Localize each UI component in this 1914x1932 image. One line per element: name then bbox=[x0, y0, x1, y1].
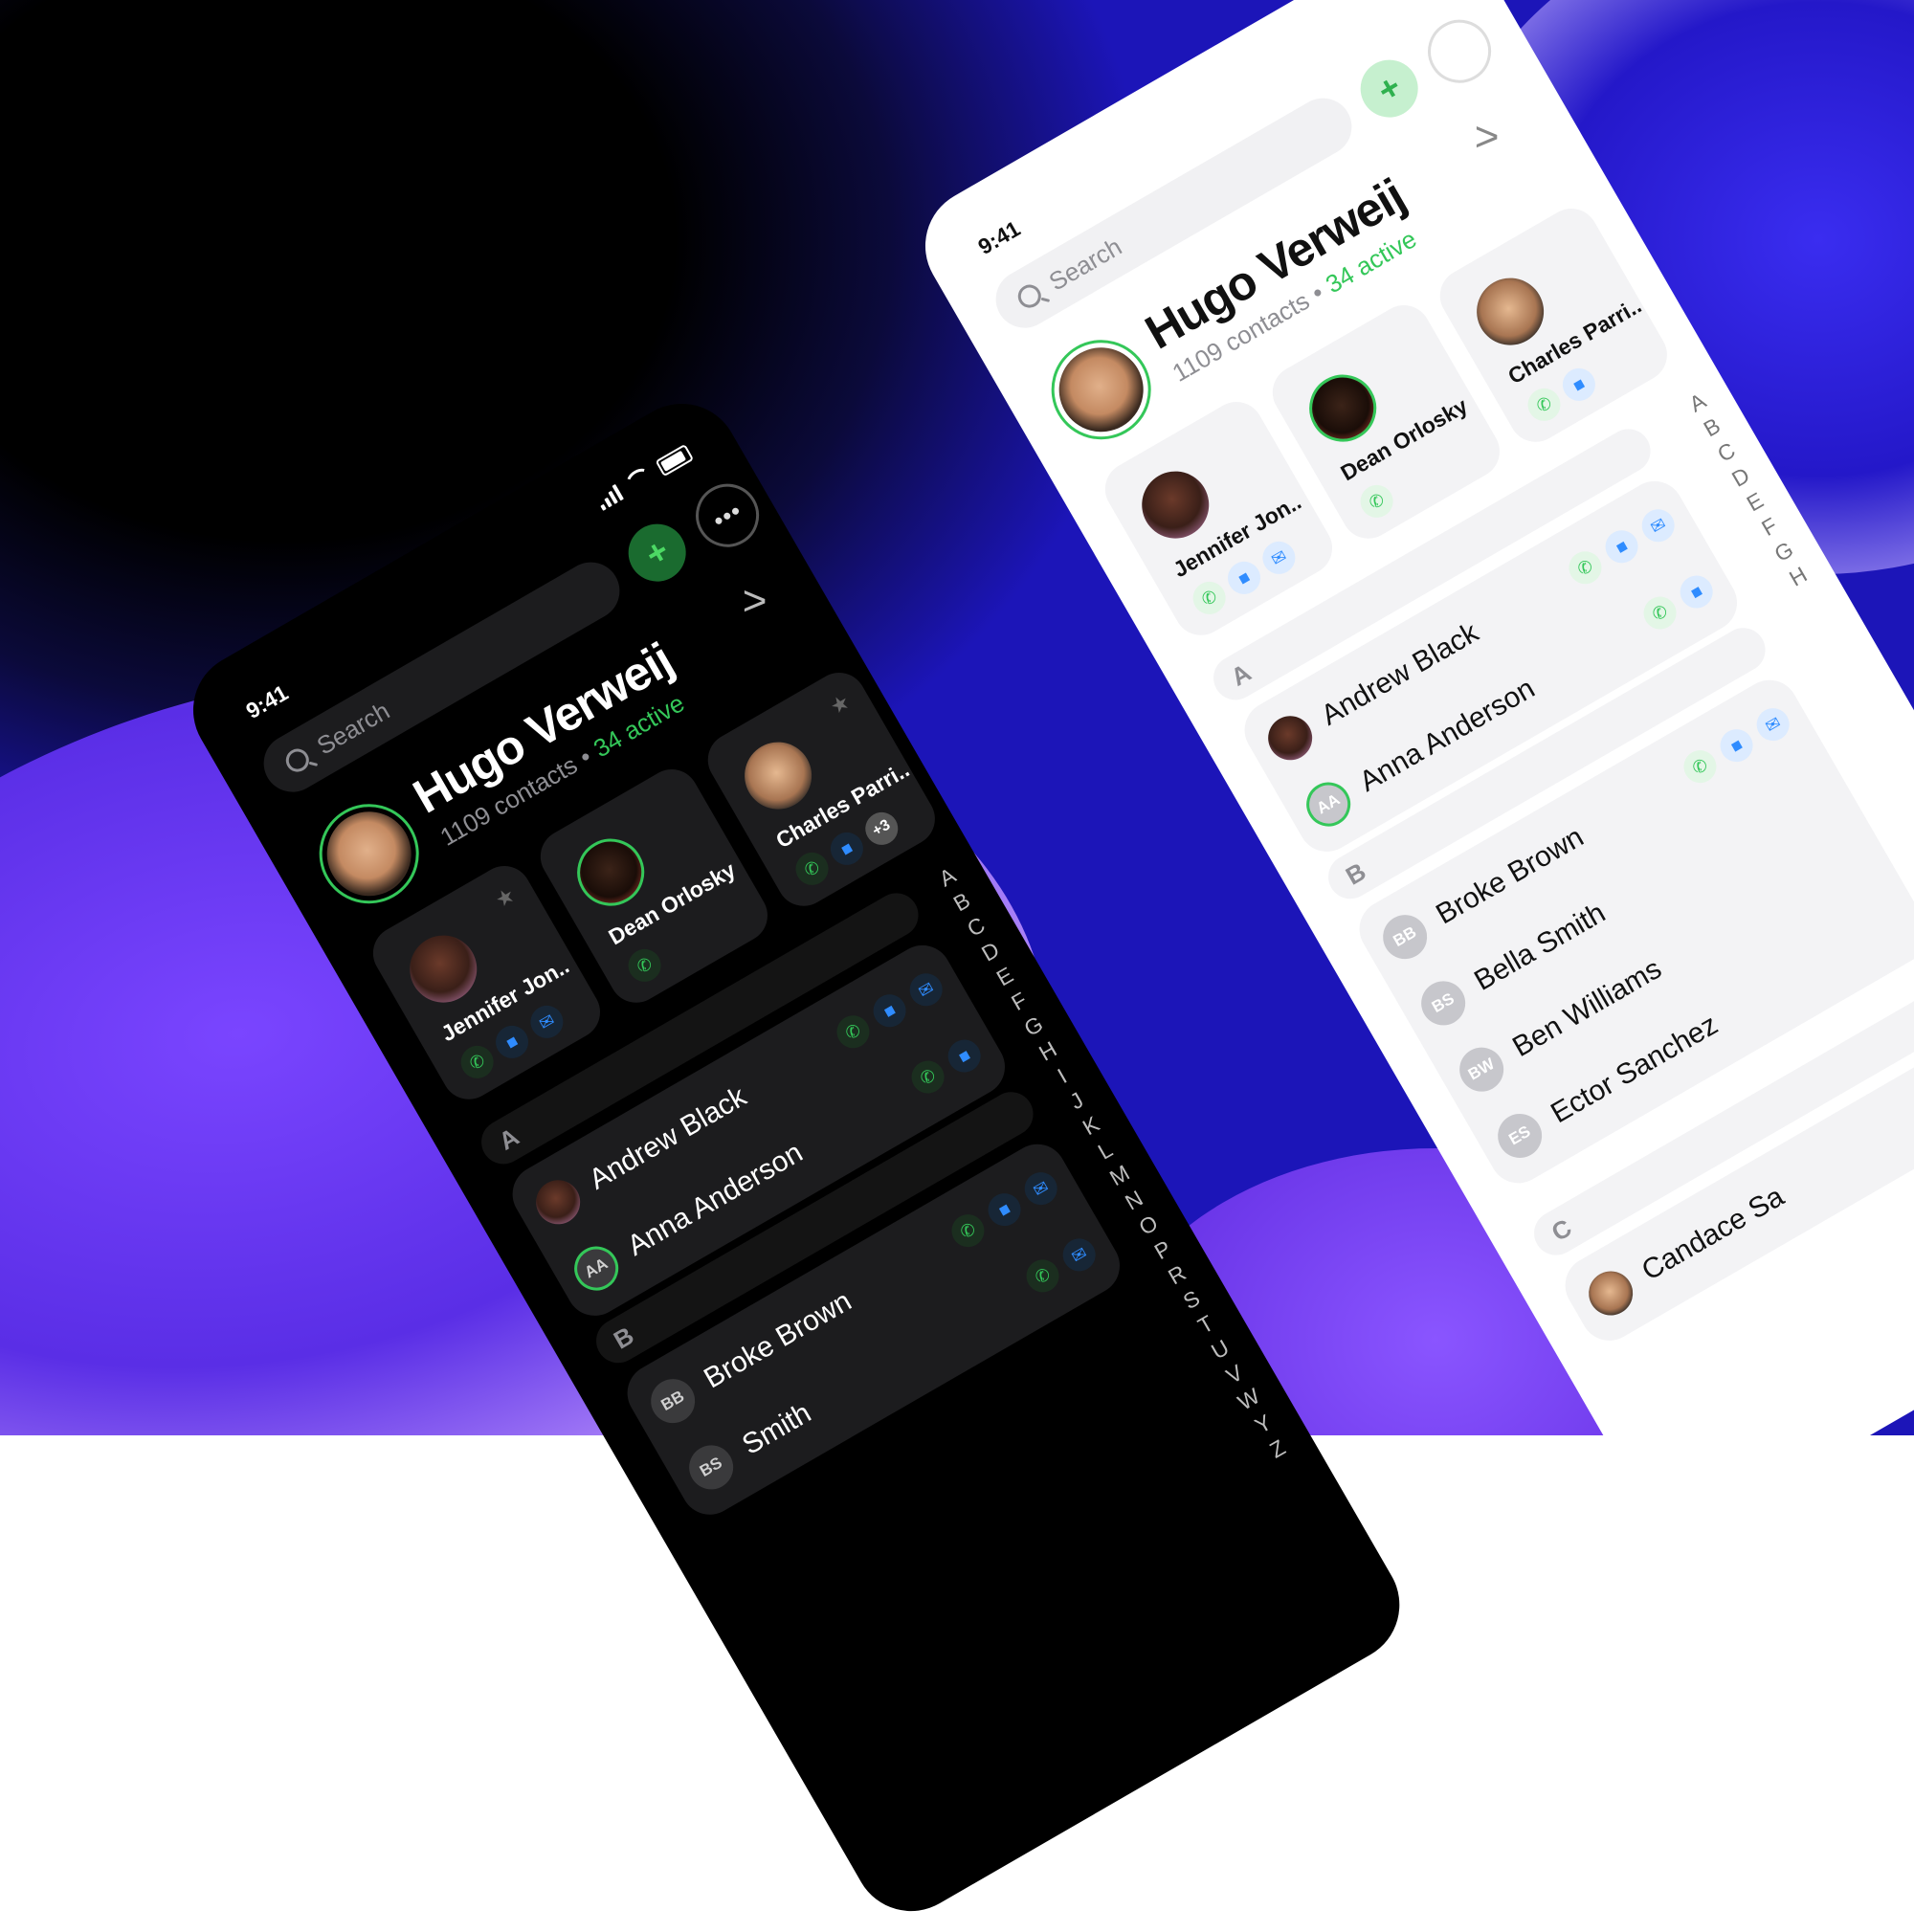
profile-photo bbox=[311, 796, 427, 912]
signal-icon bbox=[594, 483, 624, 511]
search-placeholder: Search bbox=[311, 695, 394, 761]
mail-icon[interactable]: ✉ bbox=[1018, 1166, 1063, 1211]
mail-icon[interactable]: ✉ bbox=[1257, 535, 1302, 581]
profile-photo bbox=[1043, 332, 1159, 448]
avatar-initials: BS bbox=[1413, 972, 1474, 1033]
avatar-initials: BS bbox=[680, 1436, 742, 1498]
avatar-initials: AA bbox=[1298, 774, 1359, 834]
video-icon[interactable]: ■ bbox=[824, 826, 870, 872]
video-icon[interactable]: ■ bbox=[1556, 362, 1602, 408]
video-icon[interactable]: ■ bbox=[867, 988, 912, 1033]
mail-icon[interactable]: ✉ bbox=[903, 967, 948, 1012]
mail-icon[interactable]: ✉ bbox=[524, 999, 569, 1045]
avatar bbox=[1580, 1263, 1641, 1323]
status-time: 9:41 bbox=[241, 679, 293, 724]
avatar-initials: BB bbox=[642, 1370, 703, 1432]
avatar-initials: BW bbox=[1451, 1039, 1512, 1100]
avatar-initials: AA bbox=[566, 1238, 627, 1299]
status-icons bbox=[593, 442, 694, 513]
avatar bbox=[1259, 707, 1321, 768]
phone-icon[interactable]: ✆ bbox=[455, 1039, 500, 1085]
add-contact-button[interactable]: + bbox=[617, 513, 697, 592]
more-options-button[interactable] bbox=[1415, 8, 1503, 95]
phone-icon[interactable]: ✆ bbox=[1354, 478, 1399, 524]
video-icon[interactable]: ■ bbox=[489, 1019, 535, 1065]
chevron-right-icon[interactable]: > bbox=[743, 577, 768, 625]
search-icon bbox=[281, 744, 314, 776]
star-icon[interactable]: ★ bbox=[826, 689, 855, 720]
video-icon[interactable]: ■ bbox=[1714, 722, 1759, 768]
phone-icon[interactable]: ✆ bbox=[790, 846, 835, 892]
profile-avatar[interactable] bbox=[300, 786, 437, 922]
phone-icon[interactable]: ✆ bbox=[1522, 382, 1567, 428]
video-icon[interactable]: ■ bbox=[1674, 569, 1719, 614]
profile-avatar[interactable] bbox=[1033, 322, 1169, 458]
chevron-right-icon[interactable]: > bbox=[1475, 113, 1500, 161]
phone-icon[interactable]: ✆ bbox=[1187, 575, 1232, 621]
avatar-initials: BB bbox=[1374, 906, 1436, 967]
search-placeholder: Search bbox=[1043, 231, 1126, 297]
more-options-button[interactable]: ••• bbox=[683, 472, 771, 559]
avatar bbox=[527, 1171, 589, 1232]
video-icon[interactable]: ■ bbox=[1221, 555, 1267, 601]
mail-icon[interactable]: ✉ bbox=[1750, 701, 1795, 747]
wifi-icon bbox=[622, 464, 657, 497]
video-icon[interactable]: ■ bbox=[982, 1187, 1027, 1232]
avatar-initials: ES bbox=[1489, 1105, 1550, 1166]
video-icon[interactable]: ■ bbox=[1599, 524, 1644, 569]
more-count-badge[interactable]: +3 bbox=[859, 806, 904, 852]
star-icon[interactable]: ★ bbox=[491, 882, 520, 913]
phone-icon[interactable]: ✆ bbox=[622, 943, 667, 988]
search-icon bbox=[1013, 280, 1046, 312]
mail-icon[interactable]: ✉ bbox=[1057, 1232, 1102, 1277]
index-letter[interactable]: H bbox=[1784, 560, 1813, 593]
battery-icon bbox=[655, 443, 694, 477]
video-icon[interactable]: ■ bbox=[942, 1033, 987, 1078]
mail-icon[interactable]: ✉ bbox=[1636, 503, 1680, 548]
status-time: 9:41 bbox=[973, 215, 1025, 260]
add-contact-button[interactable]: + bbox=[1349, 49, 1429, 128]
